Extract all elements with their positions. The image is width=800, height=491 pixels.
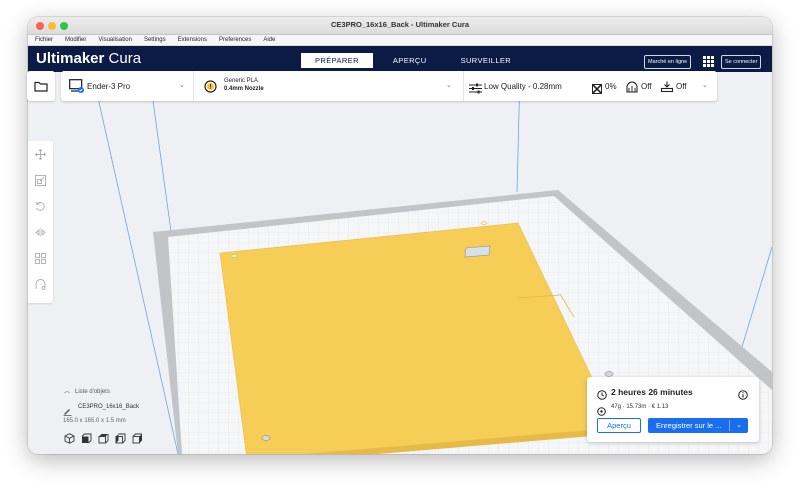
save-button-label: Enregistrer sur le ... (656, 421, 722, 430)
infill-icon (591, 81, 603, 99)
view-top-icon[interactable] (97, 432, 109, 444)
print-settings-bar: Ender-3 Pro ⌄ ! Generic PLA 0.4mm Nozzle… (61, 71, 717, 101)
object-list-item[interactable]: CE3PRO_16x16_Back (78, 404, 139, 410)
material-selector[interactable]: ! Generic PLA 0.4mm Nozzle ⌄ (194, 71, 464, 101)
adhesion-value: Off (676, 82, 687, 91)
title-bar: CE3PRO_16x16_Back - Ultimaker Cura (28, 17, 772, 35)
object-list-toggle[interactable]: ︿ Liste d'objets (64, 386, 110, 395)
folder-icon (34, 81, 48, 92)
adhesion-icon (660, 80, 674, 98)
app-header: Ultimaker Cura PRÉPARER APERÇU SURVEILLE… (28, 46, 772, 72)
menu-view[interactable]: Visualisation (98, 37, 132, 43)
view-3d-icon[interactable] (63, 432, 75, 444)
object-list-header: Liste d'objets (75, 389, 110, 395)
per-model-settings-icon[interactable] (34, 252, 47, 265)
model-cutout (464, 245, 491, 258)
camera-view-buttons (63, 432, 143, 444)
view-left-icon[interactable] (114, 432, 126, 444)
menu-preferences[interactable]: Preferences (219, 37, 251, 43)
applications-grid-icon[interactable] (703, 56, 714, 67)
chevron-down-icon: ⌄ (702, 82, 708, 89)
nozzle-size: 0.4mm Nozzle (224, 86, 264, 92)
print-setup-toolbar: Ender-3 Pro ⌄ ! Generic PLA 0.4mm Nozzle… (27, 71, 745, 101)
info-icon[interactable] (738, 387, 748, 405)
svg-text:!: ! (210, 85, 212, 91)
printer-name: Ender-3 Pro (87, 82, 131, 91)
object-dimensions: 165.0 x 165.0 x 1.5 mm (63, 418, 126, 424)
menu-settings[interactable]: Settings (144, 37, 166, 43)
estimated-material: 47g · 15.73m · € 1.13 (611, 404, 669, 410)
support-blocker-icon[interactable] (34, 278, 47, 291)
menu-extensions[interactable]: Extensions (178, 37, 207, 43)
chevron-down-icon: ⌄ (446, 82, 452, 89)
tab-preview[interactable]: APERÇU (379, 53, 441, 68)
scale-icon[interactable] (34, 174, 47, 187)
menu-help[interactable]: Aide (263, 37, 275, 43)
brand-product: Cura (108, 50, 142, 67)
print-estimate-panel: 2 heures 26 minutes 47g · 15.73m · € 1.1… (587, 377, 759, 442)
brand-logo: Ultimaker Cura (36, 50, 141, 67)
tool-panel (28, 141, 53, 303)
window-title: CE3PRO_16x16_Back - Ultimaker Cura (331, 20, 469, 29)
chevron-up-icon: ︿ (64, 389, 71, 395)
mirror-icon[interactable] (34, 226, 47, 239)
printer-icon (69, 79, 84, 98)
support-icon (626, 80, 638, 98)
tab-monitor[interactable]: SURVEILLER (447, 53, 526, 68)
material-name: Generic PLA (224, 78, 259, 84)
infill-value: 0% (605, 82, 617, 91)
print-settings-selector[interactable]: Low Quality - 0.28mm 0% Off Off ⌄ (464, 71, 717, 101)
marketplace-button[interactable]: Marché en ligne (644, 55, 692, 69)
rotate-icon[interactable] (34, 200, 47, 213)
move-icon[interactable] (34, 148, 47, 161)
chevron-down-icon: ⌄ (179, 82, 185, 89)
view-front-icon[interactable] (80, 432, 92, 444)
brand-name: Ultimaker (36, 50, 105, 67)
extruder-warning-icon: ! (204, 80, 217, 98)
save-to-disk-button[interactable]: Enregistrer sur le ... ⌄ (648, 418, 748, 433)
quality-profile: Low Quality - 0.28mm (484, 82, 562, 91)
view-right-icon[interactable] (131, 432, 143, 444)
tab-prepare[interactable]: PRÉPARER (301, 53, 373, 68)
menu-file[interactable]: Fichier (35, 37, 53, 43)
chevron-down-icon[interactable]: ⌄ (736, 418, 742, 433)
preview-button[interactable]: Aperçu (597, 418, 641, 433)
open-file-button[interactable] (27, 71, 55, 101)
menu-bar: Fichier Modifier Visualisation Settings … (28, 35, 772, 46)
support-value: Off (641, 82, 652, 91)
sign-in-button[interactable]: Se connecter (721, 55, 762, 69)
printer-selector[interactable]: Ender-3 Pro ⌄ (61, 71, 194, 101)
estimated-print-time: 2 heures 26 minutes (611, 387, 693, 397)
stage-tabs: PRÉPARER APERÇU SURVEILLER (301, 53, 531, 68)
menu-edit[interactable]: Modifier (65, 37, 86, 43)
sliders-icon (469, 81, 482, 99)
